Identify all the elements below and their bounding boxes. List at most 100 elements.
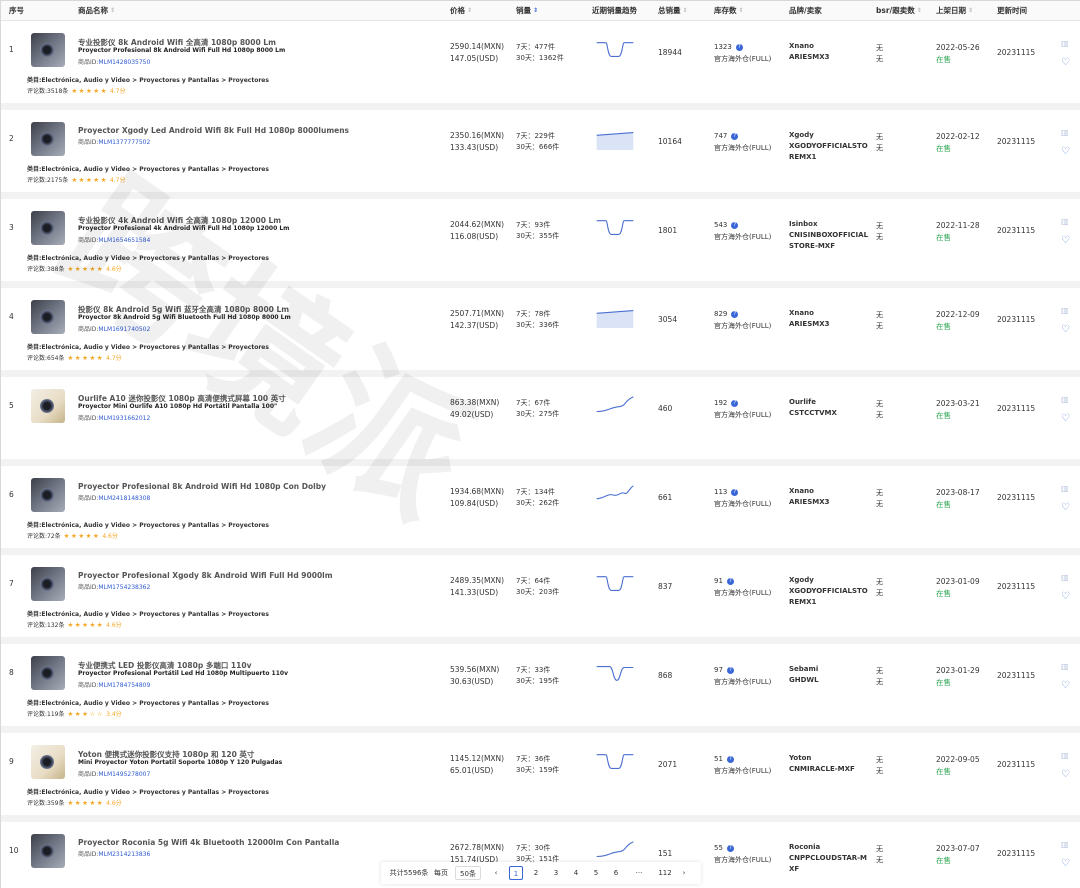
- header-bsr[interactable]: bsr/跟卖数 ⇕: [876, 1, 922, 21]
- header-price[interactable]: 价格 ⇕: [450, 1, 472, 21]
- sort-desc-icon[interactable]: ⇕: [533, 8, 538, 14]
- brand-name[interactable]: Ourlife: [789, 397, 837, 408]
- chart-icon[interactable]: ▥: [1061, 751, 1069, 760]
- help-icon[interactable]: ?: [726, 755, 734, 763]
- chart-icon[interactable]: ▥: [1061, 840, 1069, 849]
- brand-name[interactable]: Xnano: [789, 41, 829, 52]
- sort-icon[interactable]: ⇕: [683, 8, 688, 14]
- page-button-6[interactable]: 6: [609, 866, 623, 880]
- product-thumbnail[interactable]: [31, 389, 65, 423]
- brand-name[interactable]: Xgody: [789, 130, 869, 141]
- help-icon[interactable]: ?: [726, 666, 734, 674]
- per-page-select[interactable]: 50条: [455, 866, 481, 880]
- product-id-link[interactable]: MLM1754238362: [98, 584, 150, 591]
- product-id-link[interactable]: MLM1784754809: [98, 682, 150, 689]
- header-stock[interactable]: 库存数 ⇕: [714, 1, 744, 21]
- product-title[interactable]: Proyector Xgody Led Android Wifi 8k Full…: [78, 126, 349, 135]
- brand-name[interactable]: Xgody: [789, 575, 869, 586]
- header-total[interactable]: 总销量 ⇕: [658, 1, 688, 21]
- product-id-link[interactable]: MLM2418148308: [98, 495, 150, 502]
- page-button-4[interactable]: 4: [569, 866, 583, 880]
- help-icon[interactable]: ?: [731, 221, 739, 229]
- help-icon[interactable]: ?: [735, 43, 743, 51]
- product-id-link[interactable]: MLM1691740502: [98, 326, 150, 333]
- product-id-link[interactable]: MLM1495278007: [98, 771, 150, 778]
- sort-icon[interactable]: ⇕: [467, 8, 472, 14]
- product-title[interactable]: Proyector Profesional 8k Android Wifi Hd…: [78, 482, 326, 491]
- favorite-heart-icon[interactable]: ♡: [1061, 769, 1070, 780]
- header-name[interactable]: 商品名称 ⇕: [78, 1, 115, 21]
- product-thumbnail[interactable]: [31, 478, 65, 512]
- brand-name[interactable]: Sebami: [789, 664, 819, 675]
- product-thumbnail[interactable]: [31, 745, 65, 779]
- page-button-2[interactable]: 2: [529, 866, 543, 880]
- seller-name[interactable]: ARIESMX3: [789, 319, 829, 330]
- seller-name[interactable]: GHDWL: [789, 675, 819, 686]
- chart-icon[interactable]: ▥: [1061, 395, 1069, 404]
- sort-icon[interactable]: ⇕: [917, 8, 922, 14]
- product-id-link[interactable]: MLM1931662012: [98, 415, 150, 422]
- seller-name[interactable]: CNISINBOXOFFICIALSTORE-MXF: [789, 230, 869, 252]
- seller-name[interactable]: XGODYOFFICIALSTOREMX1: [789, 586, 869, 608]
- help-icon[interactable]: ?: [726, 844, 734, 852]
- product-id-link[interactable]: MLM1428035750: [98, 59, 150, 66]
- product-thumbnail[interactable]: [31, 300, 65, 334]
- sort-icon[interactable]: ⇕: [968, 8, 973, 14]
- sales-trend-sparkline[interactable]: [595, 306, 635, 328]
- favorite-heart-icon[interactable]: ♡: [1061, 858, 1070, 869]
- product-thumbnail[interactable]: [31, 656, 65, 690]
- product-id-link[interactable]: MLM2314213836: [98, 851, 150, 858]
- product-thumbnail[interactable]: [31, 211, 65, 245]
- brand-name[interactable]: Xnano: [789, 486, 829, 497]
- chart-icon[interactable]: ▥: [1061, 217, 1069, 226]
- favorite-heart-icon[interactable]: ♡: [1061, 57, 1070, 68]
- product-thumbnail[interactable]: [31, 122, 65, 156]
- sales-trend-sparkline[interactable]: [595, 573, 635, 595]
- product-thumbnail[interactable]: [31, 834, 65, 868]
- sales-trend-sparkline[interactable]: [595, 751, 635, 773]
- product-title[interactable]: Proyector Roconia 5g Wifi 4k Bluetooth 1…: [78, 838, 339, 847]
- seller-name[interactable]: ARIESMX3: [789, 52, 829, 63]
- help-icon[interactable]: ?: [731, 310, 739, 318]
- sales-trend-sparkline[interactable]: [595, 217, 635, 239]
- seller-name[interactable]: XGODYOFFICIALSTOREMX1: [789, 141, 869, 163]
- sort-icon[interactable]: ⇕: [110, 8, 115, 14]
- seller-name[interactable]: CSTCCTVMX: [789, 408, 837, 419]
- seller-name[interactable]: ARIESMX3: [789, 497, 829, 508]
- chart-icon[interactable]: ▥: [1061, 128, 1069, 137]
- chart-icon[interactable]: ▥: [1061, 662, 1069, 671]
- favorite-heart-icon[interactable]: ♡: [1061, 413, 1070, 424]
- header-date[interactable]: 上架日期 ⇕: [936, 1, 973, 21]
- next-page-button[interactable]: ›: [677, 866, 691, 880]
- page-button-3[interactable]: 3: [549, 866, 563, 880]
- page-button-112[interactable]: 112: [655, 866, 675, 880]
- prev-page-button[interactable]: ‹: [489, 866, 503, 880]
- product-title[interactable]: Proyector Profesional Xgody 8k Android W…: [78, 571, 333, 580]
- favorite-heart-icon[interactable]: ♡: [1061, 235, 1070, 246]
- favorite-heart-icon[interactable]: ♡: [1061, 146, 1070, 157]
- pagination-ellipsis[interactable]: ···: [629, 866, 649, 880]
- sales-trend-sparkline[interactable]: [595, 840, 635, 862]
- sales-trend-sparkline[interactable]: [595, 662, 635, 684]
- chart-icon[interactable]: ▥: [1061, 573, 1069, 582]
- favorite-heart-icon[interactable]: ♡: [1061, 502, 1070, 513]
- product-thumbnail[interactable]: [31, 33, 65, 67]
- sales-trend-sparkline[interactable]: [595, 395, 635, 417]
- sales-trend-sparkline[interactable]: [595, 484, 635, 506]
- seller-name[interactable]: CNMIRACLE-MXF: [789, 764, 855, 775]
- help-icon[interactable]: ?: [731, 399, 739, 407]
- sales-trend-sparkline[interactable]: [595, 39, 635, 61]
- sort-icon[interactable]: ⇕: [739, 8, 744, 14]
- favorite-heart-icon[interactable]: ♡: [1061, 591, 1070, 602]
- favorite-heart-icon[interactable]: ♡: [1061, 680, 1070, 691]
- help-icon[interactable]: ?: [731, 132, 739, 140]
- product-id-link[interactable]: MLM1654651584: [98, 237, 150, 244]
- help-icon[interactable]: ?: [731, 488, 739, 496]
- brand-name[interactable]: Roconia: [789, 842, 869, 853]
- product-id-link[interactable]: MLM1377777502: [98, 139, 150, 146]
- chart-icon[interactable]: ▥: [1061, 484, 1069, 493]
- favorite-heart-icon[interactable]: ♡: [1061, 324, 1070, 335]
- chart-icon[interactable]: ▥: [1061, 39, 1069, 48]
- brand-name[interactable]: Xnano: [789, 308, 829, 319]
- brand-name[interactable]: Yoton: [789, 753, 855, 764]
